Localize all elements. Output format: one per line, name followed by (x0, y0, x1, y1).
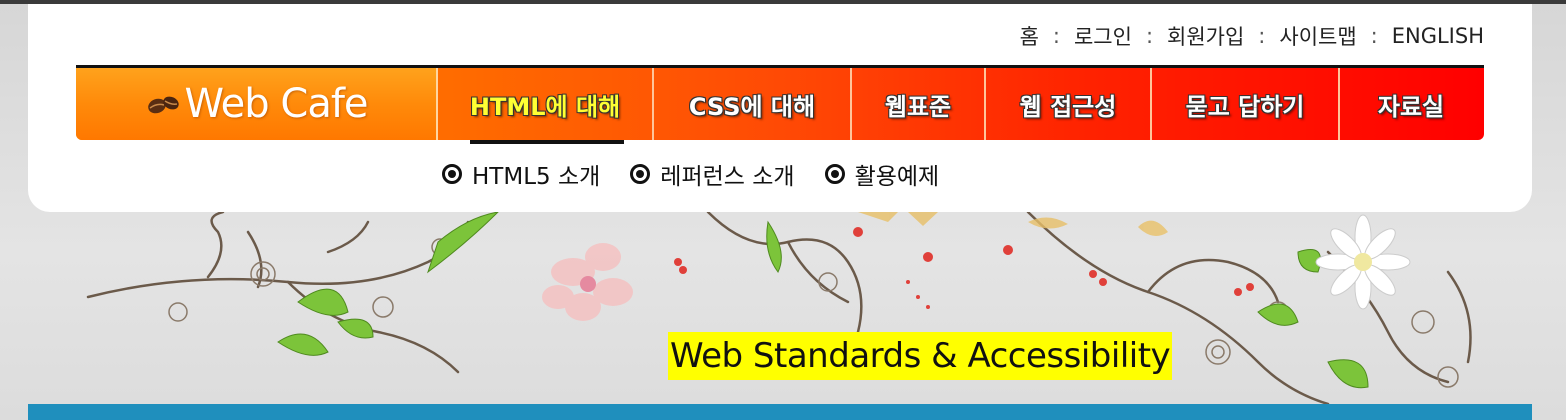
nav-item-web-standards[interactable]: 웹표준 (852, 68, 986, 140)
util-link-home[interactable]: 홈 (1020, 21, 1039, 51)
logo[interactable]: Web Cafe (76, 68, 438, 140)
sub-nav-label: 활용예제 (854, 164, 940, 190)
content-top-bar (28, 404, 1532, 420)
sub-nav-label: 레퍼런스 소개 (660, 164, 795, 190)
nav-item-html[interactable]: HTML에 대해 (438, 68, 654, 140)
sub-nav-item-examples[interactable]: 활용예제 (824, 157, 940, 191)
nav-item-qna[interactable]: 묻고 답하기 (1152, 68, 1340, 140)
util-separator: : (1052, 24, 1060, 48)
active-nav-indicator (470, 140, 624, 144)
util-link-login[interactable]: 로그인 (1074, 21, 1132, 51)
util-separator: : (1258, 24, 1266, 48)
coffee-beans-icon (148, 96, 180, 114)
sub-nav: HTML5 소개 레퍼런스 소개 활용예제 (442, 158, 969, 190)
nav-item-accessibility[interactable]: 웹 접근성 (986, 68, 1152, 140)
utility-nav: 홈 : 로그인 : 회원가입 : 사이트맵 : ENGLISH (1020, 22, 1484, 50)
sub-nav-item-reference[interactable]: 레퍼런스 소개 (630, 157, 795, 191)
circle-dot-icon (824, 164, 845, 184)
header-panel: 홈 : 로그인 : 회원가입 : 사이트맵 : ENGLISH Web Cafe… (28, 4, 1532, 212)
util-link-signup[interactable]: 회원가입 (1167, 21, 1244, 51)
sub-nav-item-html5[interactable]: HTML5 소개 (442, 157, 600, 191)
util-link-sitemap[interactable]: 사이트맵 (1279, 21, 1356, 51)
util-separator: : (1145, 24, 1154, 48)
banner-slogan: Web Standards & Accessibility (668, 332, 1173, 380)
main-nav: Web Cafe HTML에 대해 CSS에 대해 웹표준 웹 접근성 묻고 답… (76, 65, 1484, 140)
util-separator: : (1370, 24, 1378, 48)
sub-nav-label: HTML5 소개 (472, 164, 601, 190)
util-link-english[interactable]: ENGLISH (1392, 24, 1484, 48)
nav-item-resources[interactable]: 자료실 (1340, 68, 1482, 140)
nav-item-css[interactable]: CSS에 대해 (654, 68, 852, 140)
circle-dot-icon (630, 164, 651, 184)
logo-text: Web Cafe (184, 81, 368, 127)
circle-dot-icon (442, 164, 462, 184)
